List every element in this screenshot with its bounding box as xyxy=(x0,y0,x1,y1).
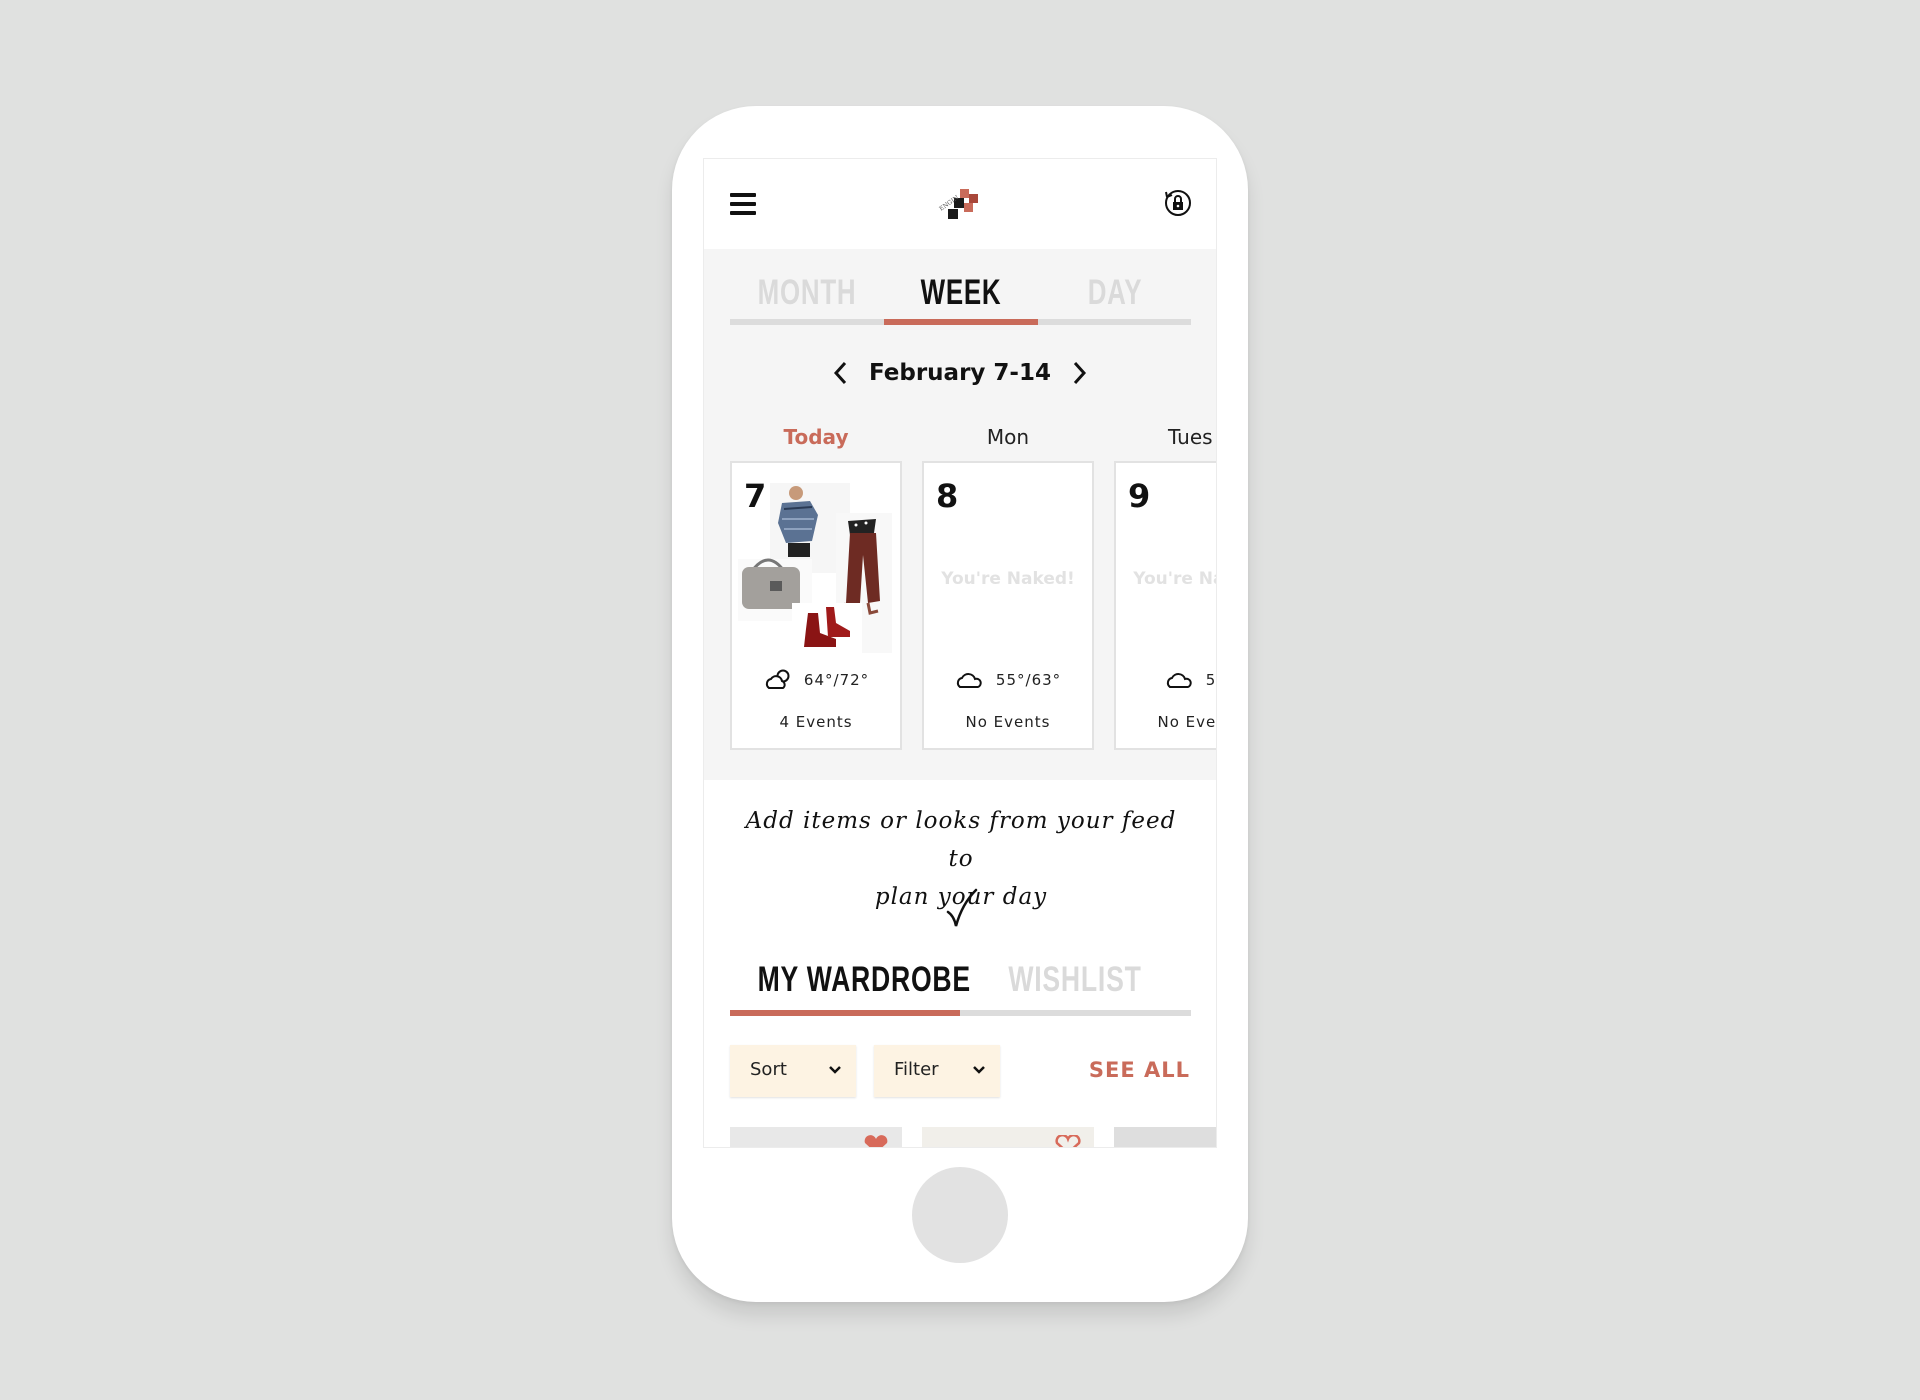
date-navigator: February 7-14 xyxy=(704,354,1216,394)
day-card-7[interactable]: 7 64°/72° 4 Events xyxy=(730,461,902,750)
chevron-right-icon[interactable] xyxy=(1066,358,1092,388)
wardrobe-item-thumbnail[interactable] xyxy=(1114,1127,1216,1147)
day-number: 8 xyxy=(936,477,959,515)
arrow-down-icon xyxy=(946,888,978,927)
day-label-today: Today xyxy=(783,425,849,449)
empty-outfit-message: You're Naked! xyxy=(1133,569,1216,589)
filter-dropdown[interactable]: Filter xyxy=(874,1045,1000,1097)
events-count: No Events xyxy=(1157,713,1217,731)
cloud-icon xyxy=(956,672,982,688)
sort-dropdown[interactable]: Sort xyxy=(730,1045,856,1097)
tab-wishlist[interactable]: WISHLIST xyxy=(988,960,1163,1000)
tab-active-indicator xyxy=(730,1010,960,1016)
tab-day[interactable]: DAY xyxy=(1058,273,1172,313)
sort-label: Sort xyxy=(750,1059,787,1080)
tab-month[interactable]: MONTH xyxy=(750,273,864,313)
day-label-mon: Mon xyxy=(986,425,1030,449)
profile-lock-icon[interactable] xyxy=(1163,188,1193,218)
day-card-9[interactable]: 9 You're Naked! 55° No Events xyxy=(1114,461,1217,750)
app-screen: ENGIN MONTH WEEK DAY February 7-14 Today… xyxy=(703,158,1217,1148)
tab-active-indicator xyxy=(884,319,1038,325)
events-count: No Events xyxy=(965,713,1051,731)
wardrobe-item-thumbnail[interactable] xyxy=(730,1127,902,1148)
events-count: 4 Events xyxy=(779,713,853,731)
cloud-sun-icon xyxy=(765,669,790,689)
weather-info: 55°/63° xyxy=(924,669,1092,697)
day-number: 7 xyxy=(744,477,767,515)
see-all-link[interactable]: SEE ALL xyxy=(1066,1058,1190,1082)
home-button[interactable] xyxy=(912,1167,1008,1263)
empty-outfit-message: You're Naked! xyxy=(941,569,1075,589)
brand-logo-icon[interactable]: ENGIN xyxy=(938,185,984,225)
day-card-8[interactable]: 8 You're Naked! 55°/63° No Events xyxy=(922,461,1094,750)
plan-prompt-line-1: Add items or looks from your feed to xyxy=(745,808,1177,872)
temperature: 64°/72° xyxy=(803,671,870,689)
view-tabs: MONTH WEEK DAY xyxy=(730,269,1191,325)
temperature: 55°/63° xyxy=(995,670,1062,689)
weather-info: 64°/72° xyxy=(732,669,900,697)
wardrobe-item-thumbnail[interactable] xyxy=(922,1127,1094,1148)
day-number: 9 xyxy=(1128,477,1151,515)
hamburger-menu-icon[interactable] xyxy=(730,193,756,217)
temperature: 55° xyxy=(1205,670,1217,689)
calendar-section: MONTH WEEK DAY February 7-14 Today Mon T… xyxy=(704,249,1217,780)
phone-frame: ENGIN MONTH WEEK DAY February 7-14 Today… xyxy=(672,106,1248,1302)
weather-info: 55° xyxy=(1116,669,1217,697)
date-range-label: February 7-14 xyxy=(869,360,1051,386)
tab-week[interactable]: WEEK xyxy=(904,273,1018,313)
tab-my-wardrobe[interactable]: MY WARDROBE xyxy=(758,960,971,1000)
heart-icon[interactable] xyxy=(1054,1135,1082,1148)
chevron-down-icon xyxy=(829,1066,841,1074)
cloud-icon xyxy=(1166,672,1192,688)
wardrobe-section: Add items or looks from your feed to pla… xyxy=(704,780,1216,1148)
filter-label: Filter xyxy=(894,1059,939,1080)
heart-icon[interactable] xyxy=(862,1135,890,1148)
top-bar: ENGIN xyxy=(704,159,1216,249)
chevron-down-icon xyxy=(973,1066,985,1074)
wardrobe-tabs: MY WARDROBE WISHLIST xyxy=(730,960,1191,1016)
day-label-tues: Tues xyxy=(1168,425,1213,449)
chevron-left-icon[interactable] xyxy=(828,358,854,388)
